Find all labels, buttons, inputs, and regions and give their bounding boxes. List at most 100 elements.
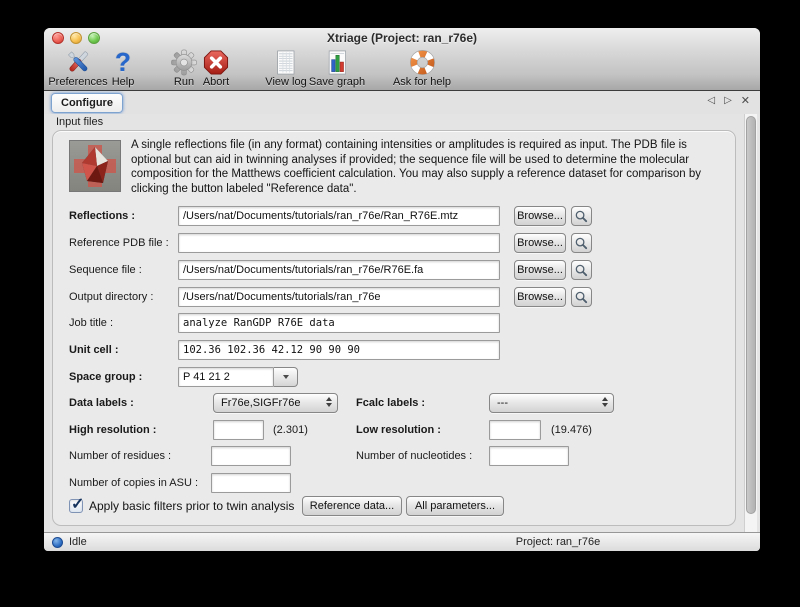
title-bar[interactable]: Xtriage (Project: ran_r76e) bbox=[44, 28, 760, 47]
number-of-residues-label: Number of residues : bbox=[69, 446, 171, 466]
reflections-label: Reflections : bbox=[69, 206, 135, 226]
tab-forward-icon[interactable]: ▷ bbox=[724, 95, 732, 107]
reflections-browse-button[interactable]: Browse... bbox=[514, 206, 566, 226]
space-group-row: Space group : bbox=[53, 367, 735, 388]
xtriage-window: Xtriage (Project: ran_r76e) bbox=[44, 28, 760, 551]
magnifier-icon bbox=[574, 290, 589, 305]
vertical-scrollbar[interactable] bbox=[744, 114, 757, 532]
run-button[interactable]: Run bbox=[171, 48, 198, 88]
input-files-groupbox: A single reflections file (in any format… bbox=[52, 130, 736, 526]
tab-close-icon[interactable]: ✕ bbox=[741, 95, 750, 107]
input-files-section-label: Input files bbox=[56, 116, 103, 128]
log-table-icon bbox=[272, 48, 299, 76]
low-resolution-label: Low resolution : bbox=[356, 420, 441, 440]
high-resolution-hint: (2.301) bbox=[273, 420, 308, 440]
popup-arrows-icon bbox=[326, 397, 332, 407]
options-row: ✓ Apply basic filters prior to twin anal… bbox=[53, 496, 735, 517]
ask-for-help-button[interactable]: Ask for help bbox=[393, 48, 451, 88]
status-bar: Idle Project: ran_r76e bbox=[44, 532, 760, 551]
window-title: Xtriage (Project: ran_r76e) bbox=[44, 31, 760, 45]
toolbar-item-label: Run bbox=[174, 76, 194, 88]
tab-back-icon[interactable]: ◁ bbox=[707, 95, 715, 107]
fcalc-labels-label: Fcalc labels : bbox=[356, 393, 425, 413]
job-title-input[interactable] bbox=[178, 313, 500, 333]
bar-chart-icon bbox=[323, 48, 350, 76]
toolbar-item-label: Preferences bbox=[48, 76, 107, 88]
toolbar-item-label: Ask for help bbox=[393, 76, 451, 88]
scrollbar-thumb[interactable] bbox=[746, 116, 756, 514]
toolbar-item-label: Save graph bbox=[309, 76, 365, 88]
status-indicator-dot bbox=[52, 537, 63, 548]
input-files-description: A single reflections file (in any format… bbox=[131, 138, 709, 196]
checkmark-icon: ✓ bbox=[71, 494, 84, 514]
number-of-residues-input[interactable] bbox=[211, 446, 291, 466]
data-labels-row: Data labels : Fr76e,SIGFr76e Fcalc label… bbox=[53, 393, 735, 414]
preferences-icon bbox=[64, 48, 92, 76]
toolbar-item-label: Abort bbox=[203, 76, 229, 88]
output-directory-browse-button[interactable]: Browse... bbox=[514, 287, 566, 307]
magnifier-icon bbox=[574, 263, 589, 278]
desktop: { "window": { "title": "Xtriage (Project… bbox=[0, 0, 800, 607]
output-directory-row: Output directory : Browse... bbox=[53, 287, 735, 308]
tab-configure[interactable]: Configure bbox=[51, 93, 123, 113]
toolbar-item-label: Help bbox=[112, 76, 135, 88]
reflections-row: Reflections : Browse... bbox=[53, 206, 735, 227]
reflections-input[interactable] bbox=[178, 206, 500, 226]
help-icon: ? bbox=[115, 48, 131, 76]
space-group-combo-input[interactable] bbox=[178, 367, 274, 387]
sequence-file-input[interactable] bbox=[178, 260, 500, 280]
save-graph-button[interactable]: Save graph bbox=[309, 48, 365, 88]
gear-run-icon bbox=[171, 48, 198, 76]
data-labels-label: Data labels : bbox=[69, 393, 134, 413]
number-of-nucleotides-input[interactable] bbox=[489, 446, 569, 466]
space-group-dropdown-button[interactable] bbox=[274, 367, 298, 387]
high-resolution-input[interactable] bbox=[213, 420, 264, 440]
number-of-copies-label: Number of copies in ASU : bbox=[69, 473, 198, 493]
reference-data-button[interactable]: Reference data... bbox=[302, 496, 402, 516]
output-directory-input[interactable] bbox=[178, 287, 500, 307]
resolution-row: High resolution : (2.301) Low resolution… bbox=[53, 420, 735, 441]
sequence-file-browse-button[interactable]: Browse... bbox=[514, 260, 566, 280]
tab-navigation: ◁ ▷ ✕ bbox=[707, 95, 750, 107]
abort-button[interactable]: Abort bbox=[203, 48, 230, 88]
output-directory-inspect-button[interactable] bbox=[571, 287, 592, 307]
chevron-down-icon bbox=[283, 375, 289, 379]
reference-pdb-inspect-button[interactable] bbox=[571, 233, 592, 253]
reference-pdb-label: Reference PDB file : bbox=[69, 233, 169, 253]
copies-row: Number of copies in ASU : bbox=[53, 473, 735, 494]
number-of-copies-input[interactable] bbox=[211, 473, 291, 493]
output-directory-label: Output directory : bbox=[69, 287, 153, 307]
apply-filters-label: Apply basic filters prior to twin analys… bbox=[89, 496, 294, 516]
preferences-button[interactable]: Preferences bbox=[48, 48, 107, 88]
reference-pdb-input[interactable] bbox=[178, 233, 500, 253]
unit-cell-input[interactable] bbox=[178, 340, 500, 360]
window-header: Xtriage (Project: ran_r76e) bbox=[44, 28, 760, 91]
space-group-label: Space group : bbox=[69, 367, 142, 387]
high-resolution-label: High resolution : bbox=[69, 420, 156, 440]
status-text: Idle bbox=[69, 536, 87, 548]
magnifier-icon bbox=[574, 209, 589, 224]
all-parameters-button[interactable]: All parameters... bbox=[406, 496, 504, 516]
life-ring-icon bbox=[409, 48, 436, 76]
toolbar: Preferences ? Help bbox=[44, 47, 760, 89]
reference-pdb-browse-button[interactable]: Browse... bbox=[514, 233, 566, 253]
data-labels-popup[interactable]: Fr76e,SIGFr76e bbox=[213, 393, 338, 413]
view-log-button[interactable]: View log bbox=[265, 48, 306, 88]
data-labels-value: Fr76e,SIGFr76e bbox=[221, 397, 300, 409]
residues-row: Number of residues : Number of nucleotid… bbox=[53, 446, 735, 467]
sequence-file-row: Sequence file : Browse... bbox=[53, 260, 735, 281]
popup-arrows-icon bbox=[602, 397, 608, 407]
magnifier-icon bbox=[574, 236, 589, 251]
sequence-file-inspect-button[interactable] bbox=[571, 260, 592, 280]
reference-pdb-row: Reference PDB file : Browse... bbox=[53, 233, 735, 254]
help-button[interactable]: ? Help bbox=[112, 48, 135, 88]
unit-cell-row: Unit cell : bbox=[53, 340, 735, 361]
project-label: Project: ran_r76e bbox=[516, 536, 600, 548]
tab-bar: Configure ◁ ▷ ✕ bbox=[44, 91, 760, 114]
low-resolution-input[interactable] bbox=[489, 420, 541, 440]
abort-stop-icon bbox=[203, 48, 230, 76]
apply-filters-checkbox[interactable]: ✓ bbox=[69, 499, 83, 513]
fcalc-labels-popup[interactable]: --- bbox=[489, 393, 614, 413]
reflections-inspect-button[interactable] bbox=[571, 206, 592, 226]
low-resolution-hint: (19.476) bbox=[551, 420, 592, 440]
